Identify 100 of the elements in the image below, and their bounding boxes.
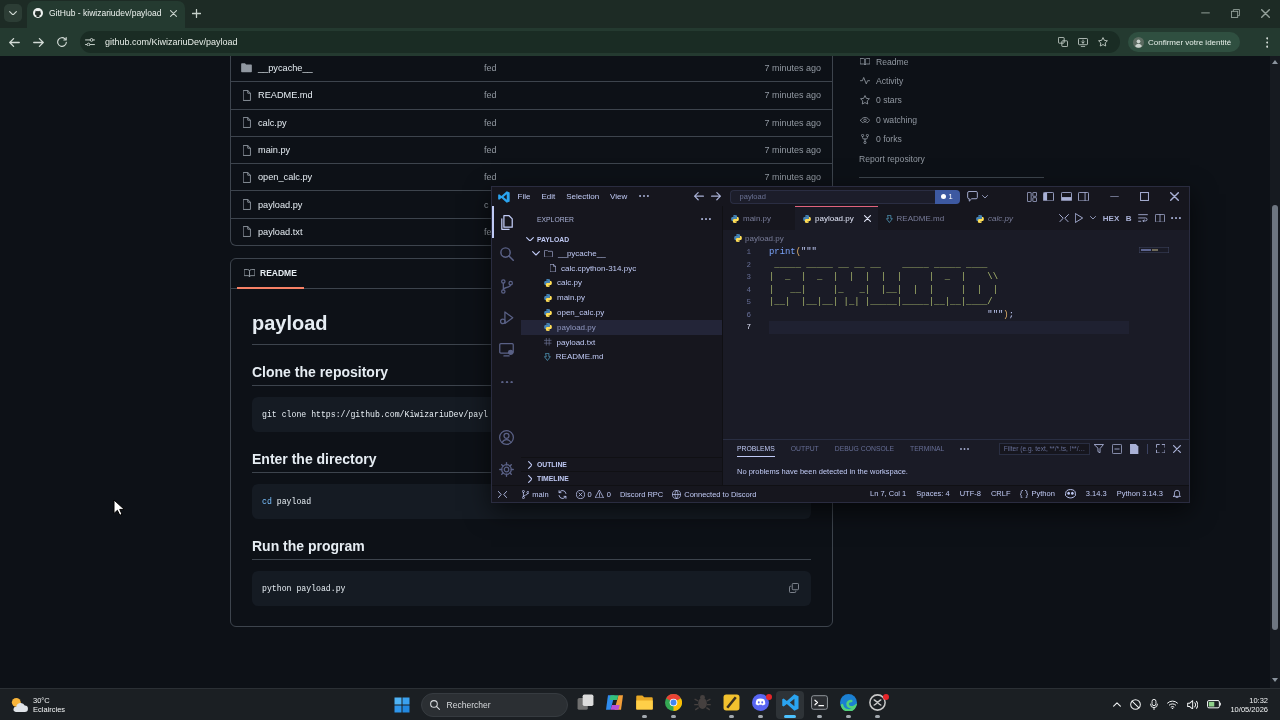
- account-icon[interactable]: [499, 429, 514, 445]
- tree-item[interactable]: __pycache__: [521, 246, 722, 261]
- files-icon[interactable]: [500, 214, 513, 230]
- sidebar-link[interactable]: 0 watching: [859, 110, 918, 130]
- file-link[interactable]: main.py: [258, 145, 291, 156]
- browser-icon[interactable]: [839, 694, 857, 711]
- minimize-icon[interactable]: [1200, 12, 1210, 14]
- more-icon[interactable]: [960, 447, 970, 450]
- sidebar-link[interactable]: Activity: [859, 71, 904, 91]
- editor-tab[interactable]: main.py: [723, 206, 795, 230]
- browser-tab[interactable]: GitHub - kiwizariudev/payload: [27, 1, 185, 28]
- sidebar-link[interactable]: Report repository: [859, 148, 925, 169]
- tree-item[interactable]: open_calc.py: [521, 305, 722, 320]
- copy-icon[interactable]: [789, 583, 799, 594]
- panel-right-icon[interactable]: [1078, 191, 1089, 202]
- slashed-circle-icon[interactable]: [1130, 699, 1142, 710]
- lines-icon[interactable]: [1138, 213, 1148, 223]
- commit-message[interactable]: fed: [484, 172, 497, 183]
- task-view-icon[interactable]: [577, 694, 595, 711]
- minimize-icon[interactable]: [1109, 195, 1119, 198]
- folder-icon[interactable]: [635, 694, 653, 711]
- editor-tab[interactable]: calc.py: [968, 206, 1037, 230]
- close-icon[interactable]: [1169, 192, 1179, 201]
- speaker-icon[interactable]: [1187, 699, 1199, 710]
- maximize-icon[interactable]: [1139, 192, 1149, 201]
- toolbar-button[interactable]: B: [1125, 213, 1132, 223]
- branch-icon[interactable]: [500, 278, 513, 294]
- sidebar-link[interactable]: 0 forks: [859, 129, 902, 149]
- chat-app-icon[interactable]: [752, 694, 770, 711]
- menu-item[interactable]: Edit: [541, 192, 556, 201]
- more-icon[interactable]: [638, 195, 649, 198]
- commit-message[interactable]: c: [484, 199, 489, 210]
- file-link[interactable]: calc.py: [258, 117, 287, 128]
- forward-icon[interactable]: [710, 192, 721, 201]
- settings-icon[interactable]: [499, 461, 514, 477]
- monitor-icon[interactable]: [499, 343, 514, 357]
- terminal-icon[interactable]: [810, 694, 828, 711]
- minus-square-icon[interactable]: [1112, 443, 1123, 454]
- commit-message[interactable]: fed: [484, 63, 497, 74]
- scroll-down-icon[interactable]: [1272, 678, 1278, 682]
- play-icon[interactable]: [1075, 213, 1084, 223]
- layout-grid-icon[interactable]: [1026, 191, 1037, 202]
- funnel-icon[interactable]: [1094, 443, 1105, 454]
- readme-tab[interactable]: README: [237, 259, 304, 290]
- sync-icon[interactable]: [557, 489, 567, 499]
- app-tile-icon[interactable]: [723, 694, 741, 711]
- translate-icon[interactable]: [1058, 37, 1068, 47]
- forward-icon[interactable]: [32, 37, 44, 47]
- back-icon[interactable]: [693, 192, 704, 201]
- restore-icon[interactable]: [1230, 8, 1240, 18]
- commit-message[interactable]: fed: [484, 117, 497, 128]
- install-icon[interactable]: [1078, 37, 1088, 47]
- sidebar-link[interactable]: Readme: [859, 56, 909, 72]
- tree-item[interactable]: payload.py: [521, 320, 722, 335]
- more-icon[interactable]: [701, 217, 711, 221]
- more-icon[interactable]: [1171, 216, 1181, 220]
- tree-item[interactable]: calc.py: [521, 275, 722, 291]
- close-icon[interactable]: [1173, 444, 1181, 453]
- chevron-up-icon[interactable]: [1113, 702, 1122, 707]
- tree-item[interactable]: README.md: [521, 349, 722, 365]
- address-bar[interactable]: github.com/KiwizariuDev/payload: [80, 31, 1120, 53]
- more-icon[interactable]: [500, 380, 513, 384]
- columns-icon[interactable]: [1154, 213, 1165, 223]
- angle-brackets-icon[interactable]: [498, 490, 507, 498]
- scrollbar-thumb[interactable]: [1272, 205, 1278, 630]
- commit-message[interactable]: fe: [484, 226, 492, 237]
- file-link[interactable]: payload.txt: [258, 226, 303, 237]
- menu-icon[interactable]: [1265, 36, 1269, 48]
- new-tab-icon[interactable]: [192, 9, 201, 18]
- editor-tab[interactable]: README.md: [877, 206, 969, 230]
- reload-icon[interactable]: [57, 37, 67, 47]
- code-editor-icon[interactable]: [781, 694, 799, 711]
- start-icon[interactable]: [394, 696, 411, 713]
- commit-message[interactable]: fed: [484, 145, 497, 156]
- knot-icon[interactable]: [869, 694, 887, 711]
- file-link[interactable]: open_calc.py: [258, 172, 313, 183]
- tree-item[interactable]: main.py: [521, 290, 722, 306]
- tab-list-button[interactable]: [4, 4, 22, 22]
- menu-item[interactable]: File: [517, 192, 531, 201]
- file-link[interactable]: __pycache__: [258, 63, 313, 74]
- browser-icon[interactable]: [664, 694, 682, 711]
- breadcrumb[interactable]: payload.py: [734, 233, 784, 243]
- arrows-in-icon[interactable]: [1058, 213, 1069, 223]
- microphone-icon[interactable]: [1150, 699, 1159, 710]
- close-icon[interactable]: [170, 9, 177, 17]
- sliders-icon[interactable]: [85, 37, 95, 47]
- sidebar-link[interactable]: 0 stars: [859, 90, 902, 111]
- bell-icon[interactable]: [1173, 489, 1181, 499]
- play-bug-icon[interactable]: [499, 311, 514, 325]
- panel-left-icon[interactable]: [1043, 191, 1054, 202]
- star-icon[interactable]: [1098, 37, 1108, 47]
- back-icon[interactable]: [8, 37, 20, 47]
- file-link[interactable]: README.md: [258, 90, 313, 101]
- search-field[interactable]: Rechercher: [420, 692, 568, 717]
- menu-item[interactable]: Selection: [566, 192, 600, 201]
- scrollbar[interactable]: [1270, 56, 1280, 688]
- chat-icon[interactable]: [966, 191, 978, 202]
- search-icon[interactable]: [499, 247, 514, 261]
- tree-item[interactable]: calc.cpython-314.pyc: [521, 260, 722, 276]
- menu-item[interactable]: View: [610, 192, 628, 201]
